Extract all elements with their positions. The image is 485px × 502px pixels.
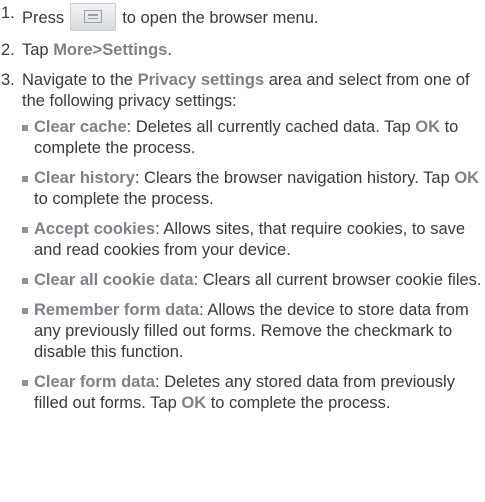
ok-label: OK	[181, 394, 207, 412]
bullet-icon	[22, 278, 28, 284]
step-number: 2.	[1, 41, 15, 59]
bullet-icon	[22, 308, 28, 314]
list-item-accept-cookies: Accept cookies: Allows sites, that requi…	[22, 219, 485, 261]
ok-label: OK	[415, 118, 441, 136]
ok-label: OK	[454, 169, 480, 187]
list-item-clear-history: Clear history: Clears the browser naviga…	[22, 168, 485, 210]
bullet-icon	[22, 125, 28, 131]
item-desc: : Deletes all currently cached data. Tap	[126, 118, 416, 136]
chevron-right-icon: >	[92, 41, 103, 59]
step-text: to open the browser menu.	[122, 9, 319, 27]
menu-key-icon	[70, 3, 117, 31]
item-title: Accept cookies	[34, 220, 156, 238]
bullet-icon	[22, 380, 28, 386]
menu-item-settings: Settings	[102, 41, 168, 59]
item-desc: : Clears the browser navigation history.…	[134, 169, 455, 187]
step-text: .	[167, 41, 172, 59]
privacy-settings-list: Clear cache: Deletes all currently cache…	[22, 117, 485, 414]
list-item-clear-all-cookie-data: Clear all cookie data: Clears all curren…	[22, 270, 485, 291]
privacy-settings-label: Privacy settings	[137, 71, 265, 89]
item-desc: : Clears all current browser cookie file…	[193, 271, 482, 289]
menu-item-more: More	[53, 41, 93, 59]
step-1: 1. Press to open the browser menu.	[0, 3, 485, 31]
bullet-icon	[22, 176, 28, 182]
step-text: Press	[22, 9, 65, 27]
item-desc-tail: to complete the process.	[206, 394, 391, 412]
item-title: Clear form data	[34, 373, 156, 391]
step-number: 1.	[1, 4, 15, 22]
step-text: Tap	[22, 41, 54, 59]
item-title: Remember form data	[34, 301, 200, 319]
bullet-icon	[22, 227, 28, 233]
step-3: 3. Navigate to the Privacy settings area…	[0, 70, 485, 414]
step-number: 3.	[1, 71, 15, 89]
instructions-page: 1. Press to open the browser menu. 2. Tap…	[0, 0, 485, 502]
step-text: Navigate to the	[22, 71, 138, 89]
item-title: Clear all cookie data	[34, 271, 194, 289]
list-item-remember-form-data: Remember form data: Allows the device to…	[22, 300, 485, 363]
item-desc-tail: to complete the process.	[34, 190, 214, 208]
item-title: Clear history	[34, 169, 135, 187]
list-item-clear-cache: Clear cache: Deletes all currently cache…	[22, 117, 485, 159]
step-2: 2. Tap More>Settings.	[0, 40, 485, 61]
item-title: Clear cache	[34, 118, 127, 136]
menu-glyph-icon	[84, 10, 103, 23]
list-item-clear-form-data: Clear form data: Deletes any stored data…	[22, 372, 485, 414]
